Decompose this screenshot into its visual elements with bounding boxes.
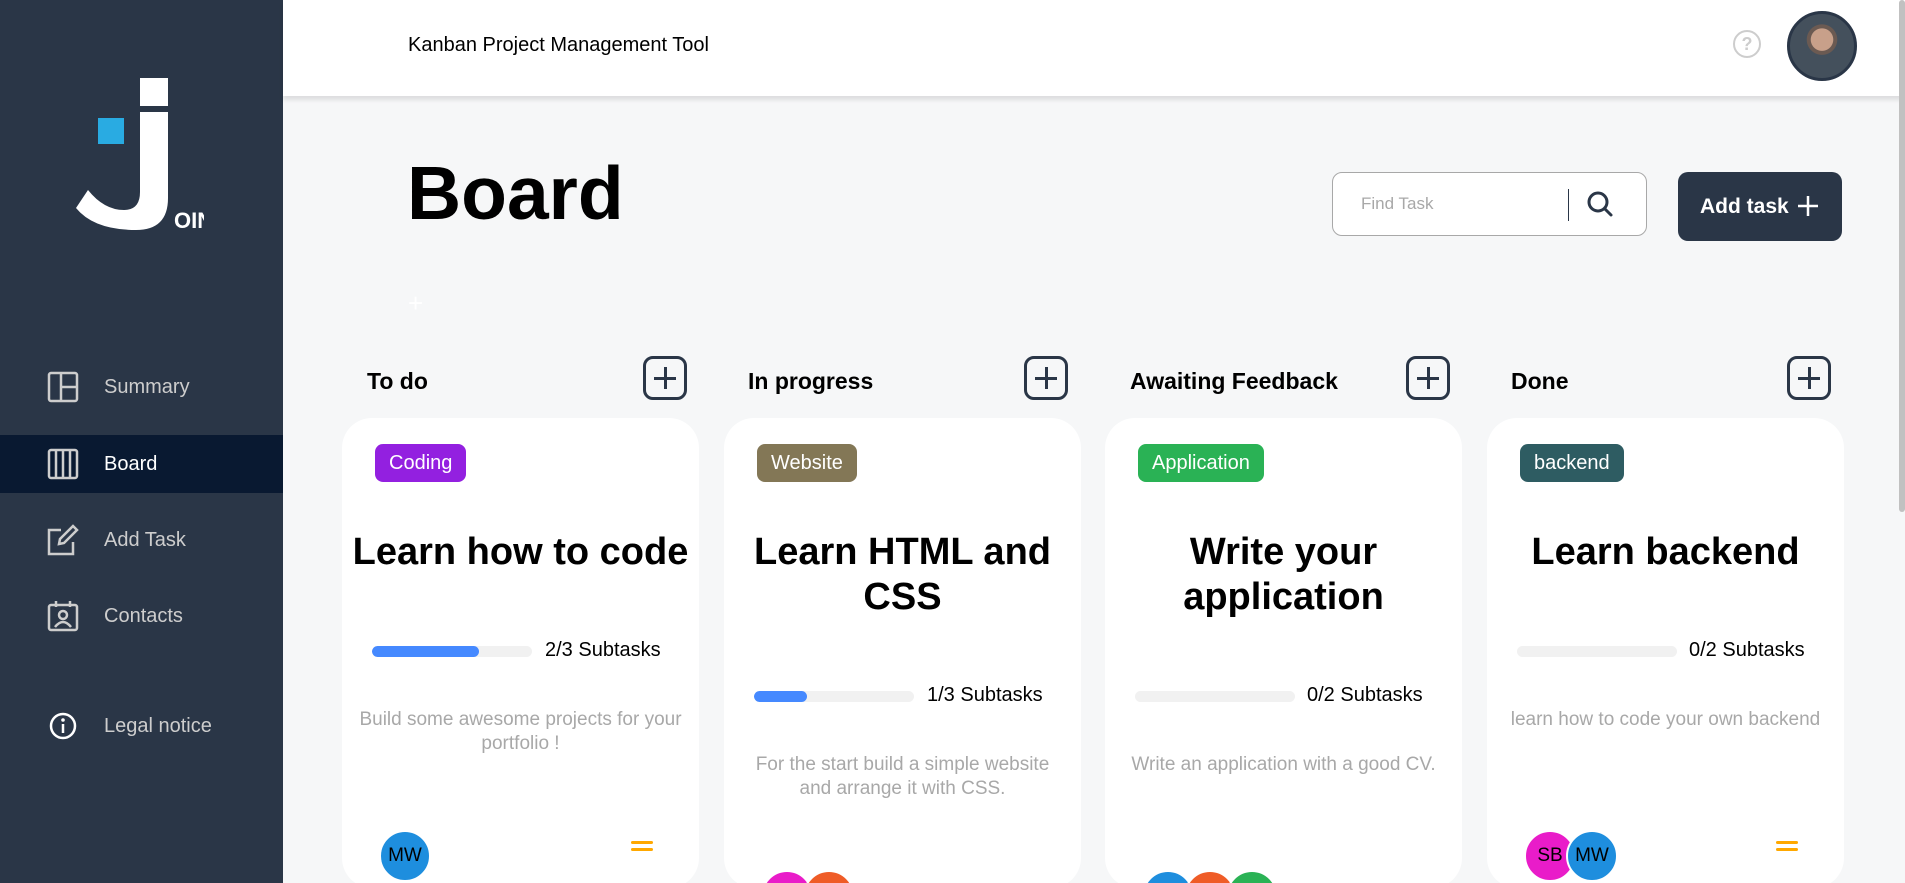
search-placeholder: Find Task bbox=[1361, 194, 1434, 213]
add-task-icon bbox=[46, 523, 80, 557]
assignee-avatar bbox=[761, 870, 813, 883]
add-to-column-button[interactable] bbox=[1406, 356, 1450, 400]
assignee-avatar bbox=[1142, 870, 1194, 883]
assignee-avatar: MW bbox=[1566, 830, 1618, 882]
task-card[interactable]: Coding Learn how to code 2/3 Subtasks Bu… bbox=[342, 418, 699, 883]
column-header-todo: To do bbox=[367, 356, 687, 404]
subtask-count: 1/3 Subtasks bbox=[927, 684, 1043, 706]
info-icon bbox=[46, 709, 80, 743]
category-badge: backend bbox=[1520, 444, 1624, 482]
search-input[interactable]: Find Task bbox=[1332, 172, 1647, 236]
category-badge: Website bbox=[757, 444, 857, 482]
task-title: Write your application bbox=[1183, 531, 1384, 618]
nav-add-task-label: Add Task bbox=[104, 528, 186, 551]
page-title: Board bbox=[407, 151, 624, 235]
nav-summary-label: Summary bbox=[104, 375, 190, 398]
progress-bar bbox=[1517, 646, 1677, 657]
add-to-column-button[interactable] bbox=[1024, 356, 1068, 400]
nav-board-label: Board bbox=[104, 452, 158, 475]
progress-fill bbox=[754, 691, 808, 702]
nav-board[interactable]: Board bbox=[0, 435, 283, 493]
app-title: Kanban Project Management Tool bbox=[408, 34, 709, 56]
column-title: Done bbox=[1511, 368, 1569, 394]
task-description: Build some awesome projects for your por… bbox=[359, 709, 682, 754]
assignee-avatar bbox=[1226, 870, 1278, 883]
top-header: Kanban Project Management Tool ? bbox=[283, 0, 1905, 96]
priority-medium-icon bbox=[631, 841, 653, 853]
summary-icon bbox=[46, 370, 80, 404]
nav-add-task[interactable]: Add Task bbox=[0, 511, 283, 569]
sidebar: OIN Summary Board Add Task Contacts Lega… bbox=[0, 0, 283, 883]
subtask-count: 0/2 Subtasks bbox=[1307, 684, 1423, 706]
column-title: To do bbox=[367, 368, 428, 394]
nav-contacts-label: Contacts bbox=[104, 604, 183, 627]
search-divider bbox=[1568, 189, 1569, 221]
subtask-count: 0/2 Subtasks bbox=[1689, 639, 1805, 661]
column-header-in-progress: In progress bbox=[748, 356, 1068, 404]
contacts-icon bbox=[46, 599, 80, 633]
nav-legal-label: Legal notice bbox=[104, 714, 212, 737]
board-icon bbox=[46, 447, 80, 481]
progress-fill bbox=[372, 646, 479, 657]
faint-plus-icon: + bbox=[408, 288, 424, 318]
nav-contacts[interactable]: Contacts bbox=[0, 587, 283, 645]
search-icon[interactable] bbox=[1583, 187, 1617, 221]
task-title: Learn how to code bbox=[352, 531, 689, 573]
priority-medium-icon bbox=[1776, 841, 1798, 853]
subtask-count: 2/3 Subtasks bbox=[545, 639, 661, 661]
category-badge: Coding bbox=[375, 444, 467, 482]
assignee-avatar: MW bbox=[379, 830, 431, 882]
task-description: For the start build a simple website and… bbox=[755, 754, 1050, 799]
plus-icon bbox=[1796, 194, 1820, 218]
add-to-column-button[interactable] bbox=[1787, 356, 1831, 400]
nav-summary[interactable]: Summary bbox=[0, 358, 283, 416]
progress-bar bbox=[1135, 691, 1295, 702]
join-logo[interactable]: OIN bbox=[74, 78, 213, 238]
nav-legal-notice[interactable]: Legal notice bbox=[0, 697, 283, 755]
help-icon[interactable]: ? bbox=[1733, 30, 1761, 58]
task-description: Write an application with a good CV. bbox=[1131, 754, 1436, 775]
category-badge: Application bbox=[1138, 444, 1264, 482]
column-title: Awaiting Feedback bbox=[1130, 368, 1338, 394]
svg-text:OIN: OIN bbox=[174, 208, 204, 233]
assignee-avatar bbox=[1184, 870, 1236, 883]
assignee-avatar bbox=[803, 870, 855, 883]
task-card[interactable]: Website Learn HTML and CSS 1/3 Subtasks … bbox=[724, 418, 1081, 883]
task-card[interactable]: backend Learn backend 0/2 Subtasks learn… bbox=[1487, 418, 1844, 883]
task-card[interactable]: Application Write your application 0/2 S… bbox=[1105, 418, 1462, 883]
task-title: Learn HTML and CSS bbox=[754, 531, 1051, 618]
column-header-done: Done bbox=[1511, 356, 1831, 404]
progress-bar bbox=[754, 691, 914, 702]
task-title: Learn backend bbox=[1531, 531, 1800, 573]
column-title: In progress bbox=[748, 368, 874, 394]
add-task-button[interactable]: Add task bbox=[1678, 172, 1842, 241]
user-avatar[interactable] bbox=[1787, 11, 1857, 81]
page-scrollbar[interactable] bbox=[1899, 0, 1905, 512]
add-task-button-label: Add task bbox=[1700, 194, 1789, 218]
task-description: learn how to code your own backend bbox=[1510, 709, 1821, 730]
progress-bar bbox=[372, 646, 532, 657]
add-to-column-button[interactable] bbox=[643, 356, 687, 400]
column-header-awaiting-feedback: Awaiting Feedback bbox=[1130, 356, 1450, 404]
